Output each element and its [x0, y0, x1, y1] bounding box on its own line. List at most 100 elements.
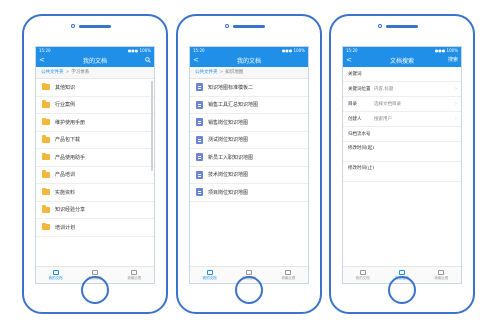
list-item[interactable]: 产品使用助手: [36, 149, 154, 167]
tab-label: 我的文档: [355, 275, 370, 280]
search-icon[interactable]: [145, 57, 151, 66]
status-indicators: ●●● 100%: [281, 48, 305, 53]
back-button[interactable]: <: [346, 56, 352, 65]
list-item[interactable]: 项目岗位知识地图: [190, 184, 308, 202]
list-item-label: 实施资料: [55, 189, 76, 196]
field-label: 关键词: [348, 72, 362, 77]
document-icon: [359, 269, 366, 275]
list-item[interactable]: 产品培训: [36, 167, 154, 184]
list-item-label: 行业案例: [55, 102, 76, 109]
list-item[interactable]: 知识经验分享: [36, 202, 154, 219]
breadcrumb-separator: >: [65, 70, 70, 75]
list-item-label: 销售岗位知识地图: [208, 119, 249, 126]
document-icon: [196, 100, 203, 109]
scrollbar[interactable]: [151, 81, 153, 171]
nav-bar: < 文档搜索 搜索: [343, 54, 461, 67]
camera-icon: [225, 24, 229, 28]
status-indicators: ●●● 100%: [434, 48, 458, 53]
field-label: 修改时间(止): [348, 166, 375, 171]
document-list: 知识地图标准模板二 销售工具汇总知识地图 销售岗位知识地图 测试岗位知识地图 新…: [190, 79, 308, 202]
phone-frame-3: 15:20 ●●● 100% < 文档搜索 搜索 关键词 关键词位置 内容,标题 ›…: [329, 14, 475, 314]
archive-serial-field[interactable]: 归档流水号: [343, 127, 461, 142]
list-item[interactable]: 维护使用手册: [36, 114, 154, 132]
list-item[interactable]: 产品包下载: [36, 132, 154, 149]
list-item[interactable]: 行业案例: [36, 97, 154, 114]
breadcrumb-current: 知识地图: [225, 70, 244, 75]
list-item-label: 维护使用手册: [55, 119, 86, 126]
field-value: 选择文档目录: [374, 102, 401, 107]
list-item[interactable]: 培训计划: [36, 219, 154, 237]
keyword-position-field[interactable]: 关键词位置 内容,标题 ›: [343, 82, 461, 97]
camera-icon: [378, 24, 382, 28]
field-label: 关键词位置: [348, 87, 371, 92]
list-item-label: 知识经验分享: [55, 207, 86, 214]
breadcrumb: 公共文件夹 > 知识地图: [190, 67, 308, 79]
screen-my-documents: 15:20 ●●● 100% < 我的文档 公共文件夹 > 学习体系 其他知识 行业…: [35, 46, 155, 284]
field-value: 搜索用户: [374, 117, 392, 122]
home-button[interactable]: [235, 276, 263, 304]
tab-recently-viewed[interactable]: 我最近看: [269, 267, 308, 283]
list-item[interactable]: 销售工具汇总知识地图: [190, 97, 308, 114]
status-indicators: ●●● 100%: [127, 48, 151, 53]
field-label: 修改时间(起): [348, 146, 375, 151]
tab-my-documents[interactable]: 我的文档: [343, 267, 382, 283]
breadcrumb-root[interactable]: 公共文件夹: [41, 70, 64, 75]
home-button[interactable]: [81, 276, 109, 304]
list-item[interactable]: 测试岗位知识地图: [190, 132, 308, 149]
folder-list: 其他知识 行业案例 维护使用手册 产品包下载 产品使用助手 产品培训 实施资料 …: [36, 79, 154, 237]
list-item-label: 培训计划: [55, 224, 76, 231]
screen-document-search: 15:20 ●●● 100% < 文档搜索 搜索 关键词 关键词位置 内容,标题 ›…: [342, 46, 462, 284]
status-bar: 15:20 ●●● 100%: [343, 47, 461, 54]
tab-label: 我最近看: [127, 275, 142, 280]
tab-my-documents[interactable]: 我的文档: [36, 267, 75, 283]
list-item-label: 产品包下载: [55, 137, 81, 144]
modified-to-field[interactable]: 修改时间(止): [343, 162, 461, 182]
status-time: 15:20: [193, 48, 205, 53]
speaker-grille: [79, 25, 111, 28]
folder-icon: [42, 170, 50, 178]
tab-label: 我的文档: [48, 275, 63, 280]
tab-label: 我最近看: [281, 275, 296, 280]
home-button[interactable]: [388, 276, 416, 304]
search-doc-icon: [245, 269, 252, 275]
folder-icon: [42, 117, 50, 126]
breadcrumb-root[interactable]: 公共文件夹: [195, 70, 218, 75]
camera-icon: [71, 24, 75, 28]
document-icon: [196, 135, 203, 144]
tab-my-documents[interactable]: 我的文档: [190, 267, 229, 283]
tab-recently-viewed[interactable]: 我最近看: [115, 267, 154, 283]
page-title: 文档搜索: [389, 58, 414, 65]
folder-icon: [42, 187, 50, 196]
folder-icon: [42, 135, 50, 143]
creator-field[interactable]: 创建人 搜索用户 ›: [343, 112, 461, 127]
list-item[interactable]: 其他知识: [36, 79, 154, 97]
chevron-right-icon: ›: [455, 101, 457, 107]
breadcrumb-current: 学习体系: [71, 70, 90, 75]
tab-recently-viewed[interactable]: 我最近看: [422, 267, 461, 283]
speaker-grille: [386, 25, 418, 28]
list-item[interactable]: 新员工入职知识地图: [190, 149, 308, 167]
list-item[interactable]: 销售岗位知识地图: [190, 114, 308, 132]
document-icon: [52, 269, 59, 275]
directory-field[interactable]: 目录 选择文档目录 ›: [343, 97, 461, 112]
nav-bar: < 我的文档: [190, 54, 308, 67]
list-item[interactable]: 知识地图标准模板二: [190, 79, 308, 97]
list-item[interactable]: 实施资料: [36, 184, 154, 202]
folder-icon: [42, 82, 50, 91]
keyword-field[interactable]: 关键词: [343, 67, 461, 82]
chevron-right-icon: ›: [455, 86, 457, 92]
history-icon: [438, 269, 445, 275]
list-item[interactable]: 技术岗位知识地图: [190, 167, 308, 184]
status-bar: 15:20 ●●● 100%: [36, 47, 154, 54]
modified-from-field[interactable]: 修改时间(起): [343, 142, 461, 162]
field-label: 目录: [348, 102, 357, 107]
history-icon: [131, 269, 138, 275]
search-doc-icon: [398, 269, 405, 275]
back-button[interactable]: <: [193, 56, 199, 65]
document-icon: [206, 269, 213, 275]
phone-frame-1: 15:20 ●●● 100% < 我的文档 公共文件夹 > 学习体系 其他知识 行业…: [22, 14, 168, 314]
search-button[interactable]: 搜索: [448, 57, 458, 64]
back-button[interactable]: <: [39, 56, 45, 65]
page-title: 我的文档: [236, 58, 261, 65]
tab-label: 我最近看: [434, 275, 449, 280]
